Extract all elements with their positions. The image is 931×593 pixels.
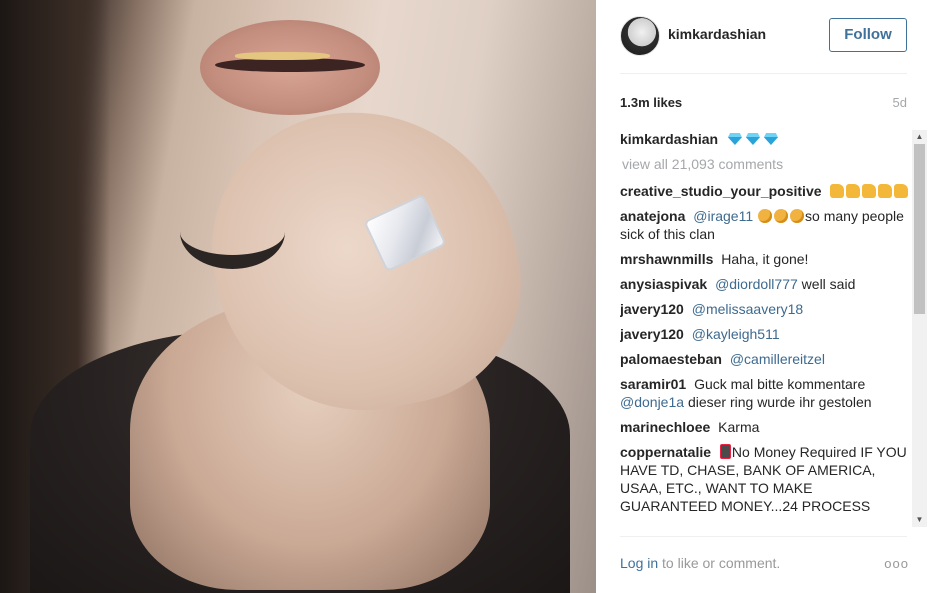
scroll-up-icon[interactable]: ▲ xyxy=(912,130,927,144)
view-all-comments-link[interactable]: view all 21,093 comments xyxy=(622,155,912,173)
comment-username[interactable]: mrshawnmills xyxy=(620,251,713,267)
comments-list: kimkardashian view all 21,093 comments c… xyxy=(620,130,912,527)
login-prompt-text: to like or comment. xyxy=(662,555,781,571)
list-item: mrshawnmills Haha, it gone! xyxy=(620,250,912,268)
caption-username[interactable]: kimkardashian xyxy=(620,131,718,147)
header-username[interactable]: kimkardashian xyxy=(668,26,766,42)
comment-mention[interactable]: @diordoll777 xyxy=(715,276,798,292)
divider xyxy=(620,536,907,537)
post-header: kimkardashian Follow xyxy=(620,16,907,56)
photo-grill xyxy=(235,52,330,60)
comment-text: Haha, it gone! xyxy=(721,251,809,267)
caption: kimkardashian xyxy=(620,130,912,148)
divider xyxy=(620,73,907,74)
post-sidebar: kimkardashian Follow 1.3m likes 5d kimka… xyxy=(596,0,931,593)
comment-username[interactable]: coppernatalie xyxy=(620,444,711,460)
likes-count[interactable]: 1.3m likes xyxy=(620,95,682,110)
list-item: palomaesteban @camillereitzel xyxy=(620,350,912,368)
comment-mention[interactable]: @camillereitzel xyxy=(730,351,825,367)
list-item: javery120 @melissaavery18 xyxy=(620,300,912,318)
post-photo[interactable] xyxy=(0,0,596,593)
scroll-down-icon[interactable]: ▼ xyxy=(912,513,927,527)
comment-username[interactable]: anysiaspivak xyxy=(620,276,707,292)
login-prompt: Log in to like or comment. xyxy=(620,555,780,571)
login-link[interactable]: Log in xyxy=(620,555,658,571)
comment-mention[interactable]: @donje1a xyxy=(620,394,684,410)
comment-mention[interactable]: @kayleigh511 xyxy=(692,326,780,342)
list-item: marinechloee Karma xyxy=(620,418,912,436)
list-item: anatejona @irage11 so many people sick o… xyxy=(620,207,912,243)
instagram-post: kimkardashian Follow 1.3m likes 5d kimka… xyxy=(0,0,931,593)
comment-username[interactable]: javery120 xyxy=(620,326,684,342)
more-options-icon[interactable]: ooo xyxy=(884,556,909,571)
comment-text: Karma xyxy=(718,419,760,435)
scrollbar-thumb[interactable] xyxy=(914,144,925,314)
photo-mouth xyxy=(215,58,365,72)
comment-username[interactable]: creative_studio_your_positive xyxy=(620,183,822,199)
comment-username[interactable]: saramir01 xyxy=(620,376,686,392)
comment-text: dieser ring wurde ihr gestolen xyxy=(687,394,872,410)
list-item: coppernatalie No Money Required IF YOU H… xyxy=(620,443,912,515)
list-item: javery120 @kayleigh511 xyxy=(620,325,912,343)
comment-mention[interactable]: @irage11 xyxy=(693,208,753,224)
avatar[interactable] xyxy=(620,16,660,56)
comment-text: well said xyxy=(801,276,856,292)
thumbs-up-icon xyxy=(829,183,909,199)
follow-button[interactable]: Follow xyxy=(829,18,907,52)
comment-username[interactable]: palomaesteban xyxy=(620,351,722,367)
list-item: creative_studio_your_positive xyxy=(620,182,912,200)
comment-text: Guck mal bitte kommentare xyxy=(694,376,866,392)
comments-scrollbar[interactable]: ▲ ▼ xyxy=(912,130,927,527)
photo-choker xyxy=(180,195,285,269)
phone-icon xyxy=(719,444,731,459)
list-item: anysiaspivak @diordoll777 well said xyxy=(620,275,912,293)
clapping-hands-icon xyxy=(757,208,805,224)
comment-username[interactable]: marinechloee xyxy=(620,419,710,435)
comment-username[interactable]: javery120 xyxy=(620,301,684,317)
list-item: saramir01 Guck mal bitte kommentare @don… xyxy=(620,375,912,411)
comment-mention[interactable]: @melissaavery18 xyxy=(692,301,803,317)
post-age[interactable]: 5d xyxy=(893,95,907,110)
gem-icon xyxy=(726,131,780,147)
comment-username[interactable]: anatejona xyxy=(620,208,685,224)
